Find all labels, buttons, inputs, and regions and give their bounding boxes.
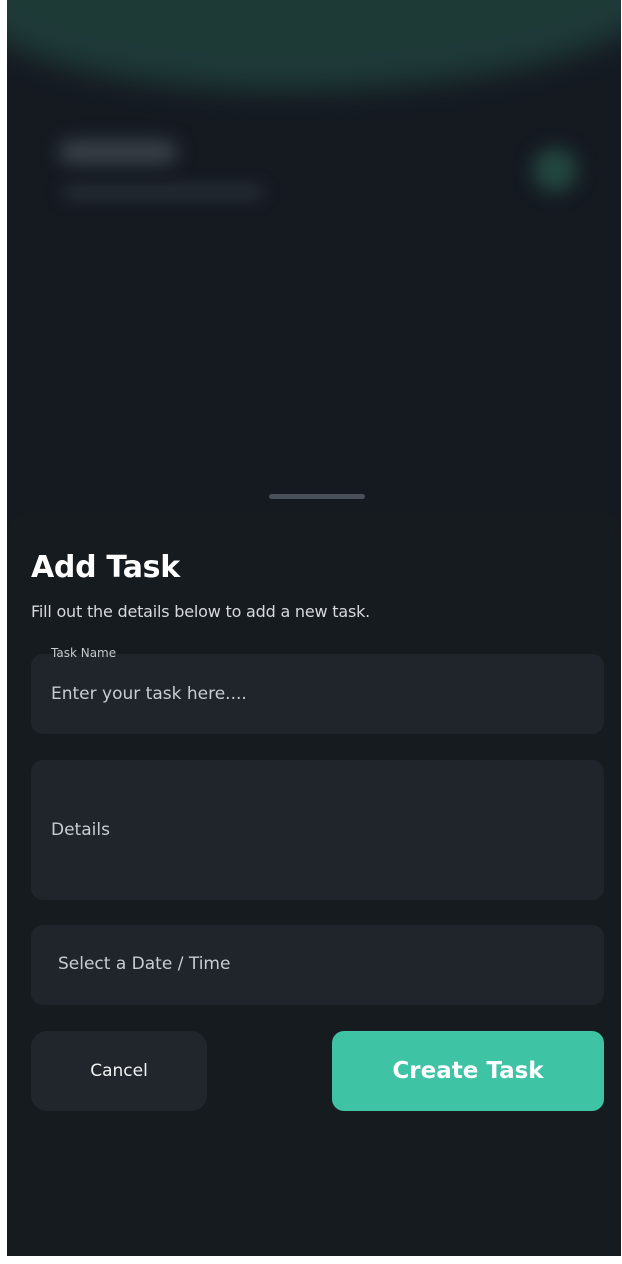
blurred-subtitle [63, 186, 263, 198]
add-task-sheet: Add Task Fill out the details below to a… [7, 512, 621, 1256]
blurred-title [59, 140, 177, 164]
sheet-drag-handle[interactable] [269, 494, 365, 499]
create-task-button[interactable]: Create Task [332, 1031, 604, 1111]
details-input[interactable] [51, 820, 581, 844]
date-time-placeholder: Select a Date / Time [58, 954, 231, 974]
sheet-subtitle: Fill out the details below to add a new … [31, 602, 371, 621]
cancel-button[interactable]: Cancel [31, 1031, 207, 1111]
blurred-avatar [533, 148, 577, 192]
task-name-field: Task Name [31, 646, 604, 734]
details-field [31, 760, 604, 900]
date-time-picker[interactable]: Select a Date / Time [31, 925, 604, 1005]
phone-screen: Add Task Fill out the details below to a… [7, 0, 621, 1256]
task-name-label: Task Name [51, 646, 117, 660]
sheet-title: Add Task [31, 550, 180, 585]
header-wave-decoration [7, 0, 621, 90]
task-name-input[interactable] [51, 682, 581, 706]
